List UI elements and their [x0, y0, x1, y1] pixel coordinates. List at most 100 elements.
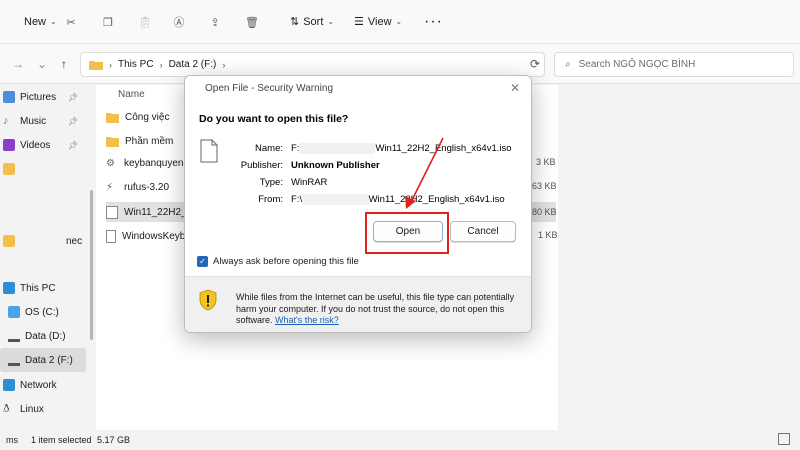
search-input[interactable]: ⌕ Search NGÔ NGỌC BÌNH	[554, 52, 794, 77]
sidebar-label: Data 2 (F:)	[25, 354, 73, 366]
always-ask-checkbox[interactable]: ✓ Always ask before opening this file	[197, 256, 359, 267]
generic-file-icon	[200, 139, 218, 163]
sidebar-label: OS (C:)	[25, 306, 59, 318]
warning-text: While files from the Internet can be use…	[236, 292, 526, 327]
sidebar-label: Data (D:)	[25, 330, 66, 342]
sidebar-item-network[interactable]: Network	[0, 373, 86, 397]
details-view-icon[interactable]	[778, 433, 790, 445]
folder-icon	[89, 61, 103, 70]
from-label: From:	[258, 194, 283, 205]
forward-arrow-icon[interactable]: →	[10, 56, 26, 72]
key-file-icon: ⚙	[106, 157, 115, 169]
sidebar-item-videos[interactable]: Videos 📌︎	[0, 133, 86, 157]
linux-icon: 🐧︎	[3, 403, 10, 415]
dialog-title: Open File - Security Warning	[205, 83, 334, 94]
sidebar-label: This PC	[20, 282, 56, 294]
sidebar-item-linux[interactable]: 🐧︎ Linux	[0, 397, 86, 421]
address-bar[interactable]: › This PC › Data 2 (F:) ›	[80, 52, 545, 77]
risk-link[interactable]: What's the risk?	[275, 315, 339, 325]
recent-chevron-icon[interactable]: ⌄	[34, 56, 50, 72]
pictures-icon	[3, 91, 15, 103]
chevron-right-icon: ›	[109, 59, 112, 70]
command-bar: New ⌄ ✂ ❐ 📋︎ Ⓐ ⇪ 🗑︎ ⇅ Sort ⌄ ☰ View ⌄ ··…	[0, 0, 800, 44]
sidebar-item-pictures[interactable]: Pictures 📌︎	[0, 85, 86, 109]
sidebar-label: nec	[66, 235, 83, 247]
redacted-path: xxxxxxxxxxxxxx	[302, 194, 369, 205]
checkmark-icon: ✓	[197, 256, 208, 267]
file-size: 63 KB	[532, 181, 557, 191]
file-name: Công việc	[125, 111, 170, 123]
text-file-icon	[106, 229, 116, 243]
folder-icon	[106, 112, 119, 123]
videos-icon	[3, 139, 15, 151]
file-size: 80 KB	[532, 207, 557, 217]
new-icon	[8, 16, 20, 28]
publisher-label: Publisher:	[240, 160, 283, 171]
up-arrow-icon[interactable]: ↑	[56, 56, 72, 72]
sidebar-item-data2-f[interactable]: Data 2 (F:)	[0, 348, 86, 372]
security-warning-dialog: Open File - Security Warning ✕ Do you wa…	[184, 75, 532, 333]
sort-icon: ⇅	[290, 16, 300, 28]
name-value: Win11_22H2_English_x64v1.iso	[375, 143, 512, 154]
search-icon: ⌕	[565, 59, 571, 70]
publisher-value: Unknown Publisher	[291, 160, 380, 171]
file-name: Win11_22H2_E	[124, 206, 194, 218]
sort-button[interactable]: ⇅ Sort ⌄	[284, 8, 340, 36]
dialog-question: Do you want to open this file?	[199, 113, 349, 125]
file-name: keybanquyen	[124, 157, 184, 169]
chevron-down-icon: ⌄	[327, 17, 335, 26]
refresh-icon[interactable]: ⟳	[530, 57, 548, 71]
sort-label: Sort	[303, 15, 324, 28]
sidebar-item-data-d[interactable]: Data (D:)	[0, 324, 86, 348]
breadcrumb-this-pc[interactable]: This PC	[118, 59, 154, 70]
sidebar-label: Videos	[20, 139, 51, 151]
music-icon: ♪	[3, 115, 9, 127]
more-options-icon[interactable]: ···	[418, 8, 449, 36]
sidebar-label: Pictures	[20, 91, 57, 103]
paste-icon[interactable]: 📋︎	[132, 9, 158, 35]
status-bar: ms 1 item selected 5.17 GB	[0, 430, 800, 450]
chevron-down-icon: ⌄	[50, 17, 57, 26]
type-label: Type:	[259, 177, 283, 188]
rename-icon[interactable]: Ⓐ	[166, 9, 192, 35]
copy-icon[interactable]: ❐	[95, 9, 121, 35]
file-size: 1 KB	[538, 230, 558, 240]
sidebar-item-music[interactable]: ♪ Music 📌︎	[0, 109, 86, 133]
pin-icon: 📌︎	[67, 92, 78, 102]
scrollbar[interactable]	[89, 85, 94, 430]
from-value-row: F:\xxxxxxxxxxxxxxWin11_22H2_English_x64v…	[291, 194, 505, 205]
sidebar-item-folder-2[interactable]: nec	[0, 229, 86, 253]
breadcrumb-data2[interactable]: Data 2 (F:)	[169, 59, 217, 70]
warning-panel: While files from the Internet can be use…	[185, 276, 531, 332]
drive-icon	[8, 306, 20, 318]
new-button[interactable]: New ⌄	[2, 8, 63, 36]
shield-warning-icon	[199, 289, 217, 311]
redacted-path: xxxxxxxxxxxxxxxx	[299, 143, 376, 154]
sidebar-item-this-pc[interactable]: This PC	[0, 276, 86, 300]
file-name: rufus-3.20	[124, 181, 170, 193]
drive-icon	[8, 354, 20, 366]
scrollbar-thumb[interactable]	[90, 190, 93, 340]
view-button[interactable]: ☰ View ⌄	[348, 8, 408, 36]
cancel-button[interactable]: Cancel	[450, 221, 516, 242]
drive-icon	[8, 330, 20, 342]
close-icon[interactable]: ✕	[507, 80, 523, 96]
column-header-name[interactable]: Name	[118, 89, 145, 100]
sidebar-label: Music	[20, 115, 47, 127]
name-value-row: F:xxxxxxxxxxxxxxxxWin11_22H2_English_x64…	[291, 143, 512, 154]
delete-icon[interactable]: 🗑︎	[239, 9, 265, 35]
share-icon[interactable]: ⇪	[202, 9, 228, 35]
status-selection: 1 item selected	[31, 435, 92, 445]
file-name: Phần mềm	[125, 135, 174, 147]
file-name: WindowsKeyba	[122, 230, 191, 242]
folder-icon	[3, 163, 15, 175]
chevron-right-icon: ›	[159, 59, 163, 70]
highlight-box	[365, 212, 449, 254]
sidebar-label: Network	[20, 379, 57, 391]
navigation-pane: Pictures 📌︎ ♪ Music 📌︎ Videos 📌︎ nec Thi…	[0, 85, 90, 430]
from-prefix: F:\	[291, 194, 303, 205]
cut-icon[interactable]: ✂	[58, 9, 84, 35]
sidebar-item-os-c[interactable]: OS (C:)	[0, 300, 86, 324]
folder-icon	[3, 235, 15, 247]
sidebar-item-folder[interactable]	[0, 157, 86, 181]
